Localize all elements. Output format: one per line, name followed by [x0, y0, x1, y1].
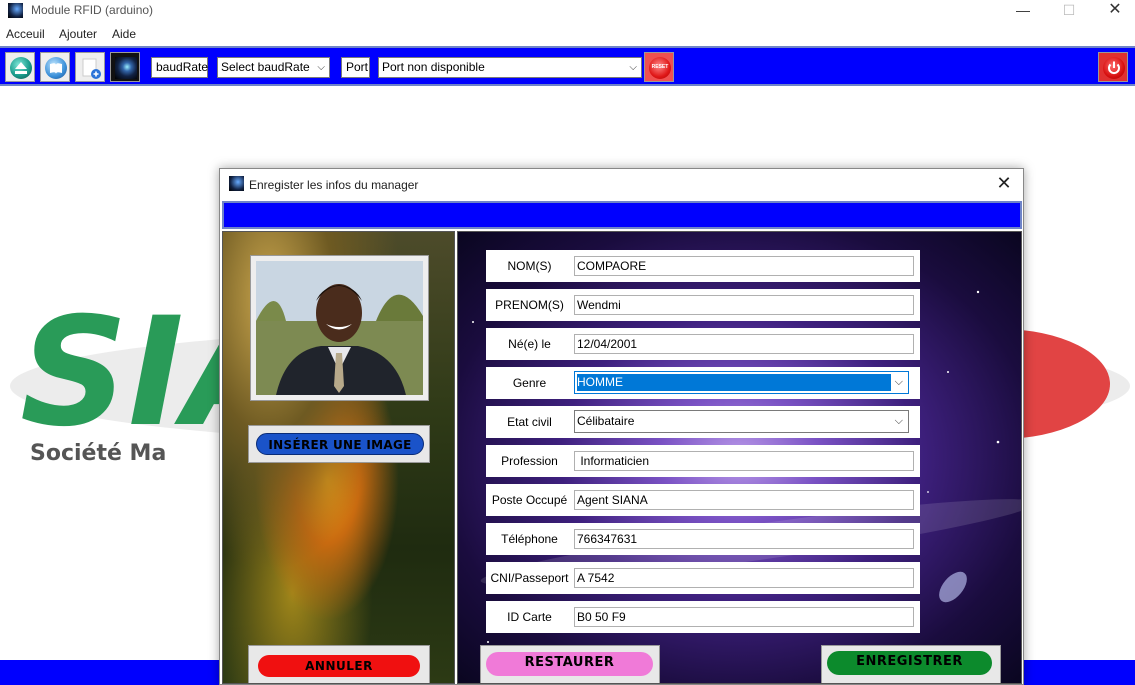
insert-image-button[interactable]: INSÉRER UNE IMAGE: [256, 433, 424, 455]
manager-dialog: Enregister les infos du manager ✕ INSÉRE…: [219, 168, 1024, 685]
reset-button[interactable]: RESET: [644, 52, 674, 82]
naissance-label: Né(e) le: [508, 337, 551, 351]
prenom-label: PRENOM(S): [495, 298, 564, 312]
save-frame: ENREGISTRER: [821, 645, 1001, 683]
dialog-app-icon: [229, 176, 244, 191]
book-button[interactable]: [40, 52, 70, 82]
cni-label: CNI/Passeport: [490, 571, 569, 585]
power-button[interactable]: [1098, 52, 1128, 82]
naissance-input[interactable]: 12/04/2001: [574, 334, 914, 354]
menu-aide[interactable]: Aide: [112, 27, 136, 41]
galaxy-button[interactable]: [110, 52, 140, 82]
menu-ajouter[interactable]: Ajouter: [59, 27, 97, 41]
field-row-naissance: Né(e) le 12/04/2001: [486, 328, 920, 360]
nom-input[interactable]: COMPAORE: [574, 256, 914, 276]
reset-form-button[interactable]: RESTAURER: [486, 652, 653, 676]
add-document-icon: [80, 57, 102, 79]
field-row-nom: NOM(S) COMPAORE: [486, 250, 920, 282]
etat-civil-label: Etat civil: [507, 415, 552, 429]
chevron-down-icon: ⌵: [629, 62, 637, 73]
field-row-id-carte: ID Carte B0 50 F9: [486, 601, 920, 633]
close-window-button[interactable]: ✕: [1092, 0, 1135, 22]
profile-photo: [256, 261, 423, 395]
photo-panel: INSÉRER UNE IMAGE ANNULER: [222, 231, 455, 684]
window-titlebar: Module RFID (arduino) — ☐ ✕: [0, 0, 1135, 22]
genre-label: Genre: [512, 376, 547, 390]
chevron-down-icon: ⌵: [317, 62, 325, 73]
dialog-header-bar: [222, 201, 1022, 229]
add-document-button[interactable]: [75, 52, 105, 82]
dialog-title: Enregister les infos du manager: [249, 178, 419, 192]
nom-label: NOM(S): [507, 259, 552, 273]
reset-form-frame: RESTAURER: [480, 645, 660, 683]
book-icon: [45, 57, 67, 79]
telephone-label: Téléphone: [501, 532, 558, 546]
genre-select-value: HOMME: [577, 374, 891, 391]
port-select[interactable]: Port non disponible ⌵: [378, 57, 642, 78]
chevron-down-icon: ⌵: [894, 415, 903, 427]
profession-label: Profession: [501, 454, 558, 468]
baudrate-label: baudRate: [151, 57, 208, 78]
cni-input[interactable]: A 7542: [574, 568, 914, 588]
cancel-frame: ANNULER: [248, 645, 430, 683]
baudrate-select-value: Select baudRate: [221, 60, 310, 74]
etat-civil-select-value: Célibataire: [577, 414, 635, 428]
field-row-etat-civil: Etat civil Célibataire ⌵: [486, 406, 920, 438]
etat-civil-select[interactable]: Célibataire ⌵: [574, 410, 909, 433]
dialog-close-button[interactable]: ✕: [990, 172, 1018, 196]
reset-icon: RESET: [649, 57, 671, 79]
chevron-down-icon: ⌵: [894, 376, 903, 388]
eject-button[interactable]: [5, 52, 35, 82]
prenom-input[interactable]: Wendmi: [574, 295, 914, 315]
cancel-button[interactable]: ANNULER: [258, 655, 420, 677]
save-button[interactable]: ENREGISTRER: [827, 651, 992, 675]
id-carte-label: ID Carte: [507, 610, 552, 624]
field-row-genre: Genre HOMME ⌵: [486, 367, 920, 399]
insert-image-frame: INSÉRER UNE IMAGE: [248, 425, 430, 463]
maximize-button[interactable]: ☐: [1046, 0, 1092, 22]
field-row-prenom: PRENOM(S) Wendmi: [486, 289, 920, 321]
field-row-poste: Poste Occupé Agent SIANA: [486, 484, 920, 516]
power-icon: [1103, 57, 1125, 79]
menu-bar: Acceuil Ajouter Aide: [0, 25, 1135, 45]
minimize-button[interactable]: —: [1000, 0, 1046, 22]
poste-input[interactable]: Agent SIANA: [574, 490, 914, 510]
profession-input[interactable]: Informaticien: [574, 451, 914, 471]
genre-select[interactable]: HOMME ⌵: [574, 371, 909, 394]
eject-icon: [10, 57, 32, 79]
window-title: Module RFID (arduino): [31, 3, 154, 17]
field-row-profession: Profession Informaticien: [486, 445, 920, 477]
dialog-titlebar: Enregister les infos du manager ✕: [220, 169, 1023, 199]
app-icon: [8, 3, 23, 18]
field-row-telephone: Téléphone 766347631: [486, 523, 920, 555]
galaxy-icon: [115, 57, 137, 79]
telephone-input[interactable]: 766347631: [574, 529, 914, 549]
toolbar: baudRate Select baudRate ⌵ Port Port non…: [0, 46, 1135, 86]
form-panel: NOM(S) COMPAORE PRENOM(S) Wendmi Né(e) l…: [457, 231, 1022, 684]
menu-acceuil[interactable]: Acceuil: [6, 27, 45, 41]
photo-frame: [250, 255, 429, 401]
id-carte-input[interactable]: B0 50 F9: [574, 607, 914, 627]
field-row-cni: CNI/Passeport A 7542: [486, 562, 920, 594]
poste-label: Poste Occupé: [491, 493, 568, 507]
port-select-value: Port non disponible: [382, 60, 485, 74]
baudrate-select[interactable]: Select baudRate ⌵: [217, 57, 330, 78]
port-label: Port: [341, 57, 370, 78]
